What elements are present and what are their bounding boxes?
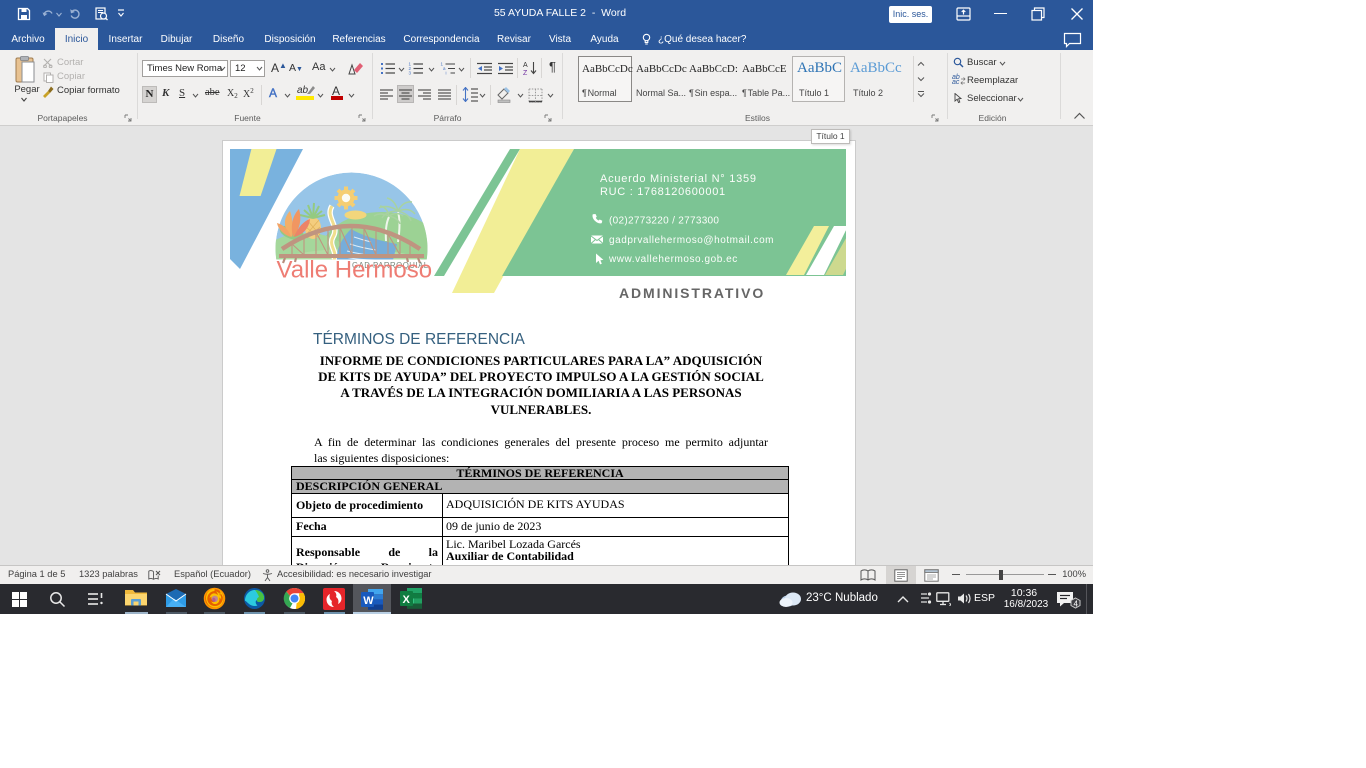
svg-text:RUC : 1768120600001: RUC : 1768120600001 xyxy=(600,186,726,198)
svg-text:Z: Z xyxy=(523,70,528,76)
svg-text:gadprvallehermoso@hotmail.com: gadprvallehermoso@hotmail.com xyxy=(609,235,774,246)
svg-text:Valle Hermoso: Valle Hermoso xyxy=(277,257,433,284)
svg-text:W: W xyxy=(363,595,374,607)
svg-text:i: i xyxy=(446,71,447,75)
svg-text:A: A xyxy=(523,62,528,69)
svg-text:3: 3 xyxy=(409,71,412,75)
svg-text:4: 4 xyxy=(1074,600,1079,609)
svg-text:Acuerdo Ministerial N° 1359: Acuerdo Ministerial N° 1359 xyxy=(600,173,757,185)
svg-text:www.vallehermoso.gob.ec: www.vallehermoso.gob.ec xyxy=(608,254,738,265)
svg-text:X: X xyxy=(403,594,411,606)
svg-text:(02)2773220 / 2773300: (02)2773220 / 2773300 xyxy=(609,216,719,227)
